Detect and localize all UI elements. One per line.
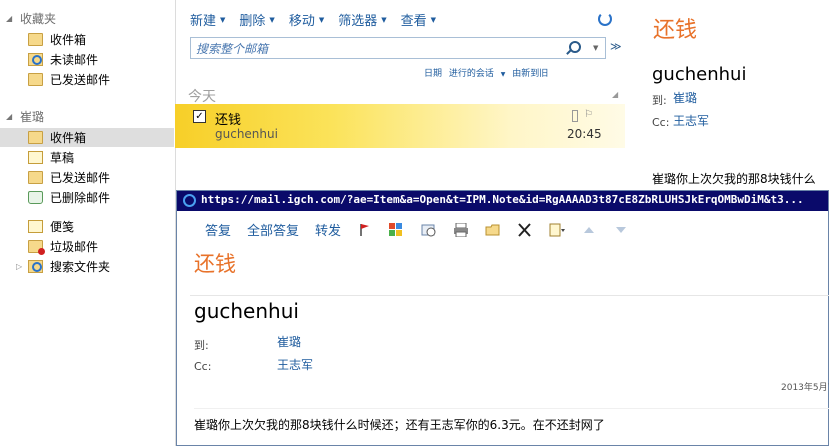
message-checkbox[interactable]: ✓ (193, 110, 206, 123)
inbox-folder-icon (28, 131, 43, 144)
folder-inbox[interactable]: 收件箱 (0, 128, 174, 147)
popup-toolbar: 答复 全部答复 转发 (205, 220, 645, 239)
drafts-folder-icon (28, 151, 43, 164)
message-row[interactable] (175, 104, 625, 148)
sort-order-label[interactable]: 由新到旧 (512, 69, 548, 79)
reading-subject: 还钱 (653, 18, 698, 43)
chevron-down-icon: ▼ (318, 15, 325, 24)
to-label: 到: (194, 339, 209, 352)
forward-button[interactable]: 转发 (315, 220, 341, 239)
account-label: 崔璐 (20, 110, 45, 124)
new-button[interactable]: 新建 ▼ (190, 10, 225, 29)
junk-folder-icon (28, 240, 45, 255)
popup-sender: guchenhui (194, 299, 299, 323)
inbox-folder-icon (28, 33, 43, 46)
move-button[interactable]: 移动 ▼ (289, 10, 324, 29)
sent-date: 2013年5月7 (781, 383, 829, 393)
search-placeholder: 搜索整个邮箱 (196, 42, 269, 56)
folder-deleted[interactable]: 已删除邮件 (28, 188, 174, 207)
to-label: 到: (652, 94, 667, 107)
message-sender: guchenhui (215, 127, 278, 141)
to-recipient[interactable]: 崔璐 (673, 89, 697, 106)
cc-recipient[interactable]: 王志军 (277, 356, 313, 373)
collapse-icon[interactable]: ◢ (6, 14, 16, 23)
chevron-down-icon: ▼ (381, 15, 387, 24)
chevron-down-icon: ▼ (220, 15, 226, 24)
categories-icon[interactable] (389, 222, 405, 237)
expand-icon[interactable]: ≫ (610, 40, 622, 53)
group-header-today: 今天 (188, 89, 216, 105)
search-icon[interactable] (569, 41, 581, 53)
chevron-down-icon: ▼ (500, 71, 506, 78)
flag-icon[interactable] (357, 223, 373, 237)
flag-icon[interactable]: ⚐ (584, 109, 593, 120)
popup-body: 崔璐你上次欠我的那8块钱什么时候还；还有王志军你的6.3元。在不还封网了 (194, 418, 605, 432)
folder-drafts[interactable]: 草稿 (28, 148, 174, 167)
chevron-down-icon[interactable]: ▼ (593, 44, 598, 52)
next-item-icon[interactable] (613, 223, 629, 237)
folder-junk[interactable]: 垃圾邮件 (28, 237, 174, 256)
reply-button[interactable]: 答复 (205, 220, 231, 239)
view-button[interactable]: 查看 ▼ (401, 10, 436, 29)
cc-recipient[interactable]: 王志军 (673, 112, 709, 129)
filter-button[interactable]: 筛选器 ▼ (338, 10, 386, 29)
meeting-icon[interactable] (421, 223, 437, 237)
notes-folder-icon (28, 220, 43, 233)
browser-icon (183, 194, 196, 207)
popup-subject: 还钱 (194, 252, 236, 276)
chevron-down-icon: ▼ (430, 15, 437, 24)
to-recipient[interactable]: 崔璐 (277, 333, 301, 350)
reading-sender: guchenhui (652, 64, 747, 85)
folder-notes[interactable]: 便笺 (28, 217, 174, 236)
category-icon[interactable] (572, 110, 578, 122)
divider (190, 295, 829, 296)
deleted-folder-icon (28, 191, 43, 204)
delete-button[interactable]: 删除 ▼ (239, 10, 274, 29)
cc-label: Cc: (194, 360, 212, 373)
account-header[interactable]: ◢ 崔璐 (6, 108, 44, 125)
popup-url: https://mail.igch.com/?ae=Item&a=Open&t=… (201, 193, 804, 206)
fav-unread[interactable]: 未读邮件 (28, 50, 174, 69)
message-time: 20:45 (567, 127, 602, 141)
refresh-icon[interactable] (598, 12, 612, 26)
list-toolbar: 新建 ▼ 删除 ▼ 移动 ▼ 筛选器 ▼ 查看 ▼ (190, 10, 450, 29)
collapse-icon[interactable]: ◢ (612, 90, 618, 99)
options-icon[interactable] (549, 223, 566, 237)
previous-item-icon[interactable] (581, 223, 597, 237)
reply-all-button[interactable]: 全部答复 (247, 220, 299, 239)
folder-search[interactable]: ▷ 搜索文件夹 (16, 257, 174, 276)
reading-body: 崔璐你上次欠我的那8块钱什么 (652, 172, 816, 186)
cc-label: Cc: (652, 116, 670, 129)
fav-sent[interactable]: 已发送邮件 (28, 70, 174, 89)
message-subject: 还钱 (215, 113, 242, 128)
fav-inbox[interactable]: 收件箱 (28, 30, 174, 49)
sent-folder-icon (28, 171, 43, 184)
favorites-header[interactable]: ◢ 收藏夹 (6, 10, 56, 27)
search-folder-icon (28, 260, 43, 273)
move-to-folder-icon[interactable] (485, 223, 501, 237)
chevron-down-icon: ▼ (269, 15, 275, 24)
conversation-label[interactable]: 进行的会话 (449, 69, 494, 79)
collapse-icon[interactable]: ◢ (6, 112, 16, 121)
favorites-label: 收藏夹 (20, 12, 57, 26)
sort-bar[interactable]: 日期 进行的会话 ▼ 由新到旧 (424, 66, 552, 79)
delete-icon[interactable] (517, 222, 533, 237)
expand-icon[interactable]: ▷ (16, 262, 22, 271)
search-folder-icon (28, 53, 43, 66)
sort-by-label[interactable]: 日期 (424, 69, 442, 79)
sent-folder-icon (28, 73, 43, 86)
folder-sent[interactable]: 已发送邮件 (28, 168, 174, 187)
divider (194, 408, 829, 409)
print-icon[interactable] (453, 222, 469, 237)
